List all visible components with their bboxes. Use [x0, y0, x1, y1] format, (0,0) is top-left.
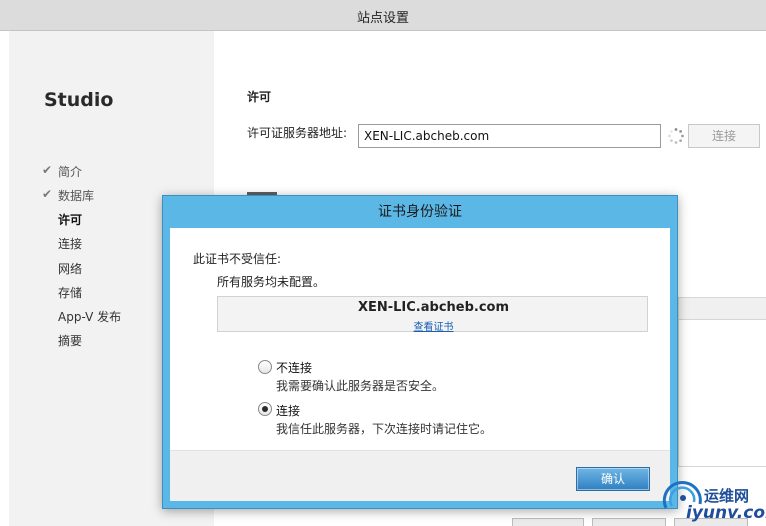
connect-description: 我信任此服务器，下次连接时请记住它。	[276, 422, 493, 436]
connect-button[interactable]: 连接	[688, 124, 760, 148]
loading-spinner-icon	[668, 128, 684, 144]
table-header	[679, 298, 766, 320]
certificate-host: XEN-LIC.abcheb.com	[357, 300, 510, 315]
page-title: 许可	[247, 90, 272, 104]
window-titlebar: 站点设置	[0, 0, 766, 31]
checkmark-icon: ✔	[42, 163, 53, 177]
connect-radio[interactable]	[258, 402, 272, 416]
wizard-button[interactable]	[512, 518, 584, 526]
sidebar-item-label: 简介	[58, 165, 83, 179]
sidebar-item-intro[interactable]: ✔ 简介	[42, 163, 192, 183]
ok-button[interactable]: 确认	[576, 467, 650, 491]
view-certificate-link[interactable]: 查看证书	[218, 318, 649, 333]
sidebar-item-label: 存储	[58, 286, 83, 300]
dialog-footer: 确认	[170, 450, 670, 501]
background-table	[678, 297, 766, 467]
untrusted-warning: 此证书不受信任:	[193, 252, 282, 266]
dialog-title: 证书身份验证	[378, 204, 462, 220]
window-title: 站点设置	[356, 11, 409, 26]
sidebar-item-label: 摘要	[58, 334, 83, 348]
sidebar-item-label: 网络	[58, 262, 83, 276]
cert-auth-dialog: 证书身份验证 此证书不受信任: 所有服务均未配置。 XEN-LIC.abcheb…	[162, 195, 678, 509]
studio-logo: Studio	[44, 89, 114, 111]
wizard-button[interactable]	[592, 518, 666, 526]
sidebar-item-label: 连接	[58, 237, 83, 251]
do-not-connect-label[interactable]: 不连接	[276, 359, 312, 376]
sidebar-item-label: 许可	[58, 213, 83, 227]
certificate-box: XEN-LIC.abcheb.com 查看证书	[217, 296, 649, 333]
sidebar-item-label: 数据库	[58, 189, 95, 203]
connect-label[interactable]: 连接	[276, 402, 300, 419]
checkmark-icon: ✔	[42, 187, 53, 201]
do-not-connect-description: 我需要确认此服务器是否安全。	[276, 379, 445, 393]
dialog-body: 此证书不受信任: 所有服务均未配置。 XEN-LIC.abcheb.com 查看…	[170, 228, 670, 450]
sidebar-item-label: App-V 发布	[58, 310, 122, 324]
watermark-url: iyunv.com	[686, 503, 766, 523]
do-not-connect-radio[interactable]	[258, 360, 272, 374]
warning-detail: 所有服务均未配置。	[217, 275, 326, 289]
license-server-input[interactable]	[358, 124, 661, 148]
license-server-label: 许可证服务器地址:	[247, 126, 348, 140]
